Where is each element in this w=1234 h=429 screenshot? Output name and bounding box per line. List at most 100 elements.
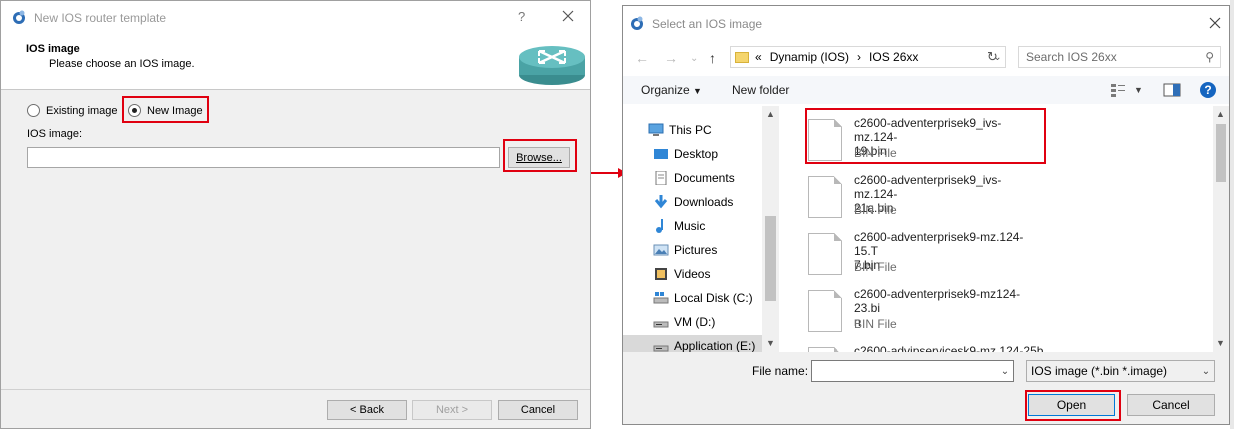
tree-item-label: Music [674, 219, 706, 233]
ios-image-label: IOS image: [27, 128, 83, 140]
file-icon [808, 233, 842, 275]
preview-pane-icon[interactable] [1163, 83, 1181, 97]
wizard-title: New IOS router template [34, 11, 167, 25]
refresh-icon[interactable]: ↻ [987, 49, 998, 65]
file-item[interactable]: c2600-advipservicesk9-mz.124-25b [808, 344, 1043, 352]
highlight-browse [503, 139, 577, 172]
drive-icon [653, 345, 669, 352]
help-icon[interactable]: ? [1199, 81, 1217, 99]
file-list-scrollbar-thumb[interactable] [1216, 124, 1226, 182]
breadcrumb-ios26xx[interactable]: IOS 26xx [869, 50, 918, 64]
videos-icon [655, 268, 667, 280]
scroll-down-icon[interactable]: ▼ [1216, 338, 1225, 348]
file-type-filter[interactable]: IOS image (*.bin *.image) ⌄ [1026, 360, 1215, 382]
file-name-line: c2600-adventerprisek9-mz124-23.bi [854, 287, 1021, 315]
file-dialog-footer: File name: ⌄ IOS image (*.bin *.image) ⌄… [623, 352, 1229, 424]
organize-button[interactable]: Organize ▼ [641, 83, 702, 97]
file-item[interactable]: c2600-adventerprisek9-mz124-23.bi n BIN … [808, 287, 1038, 342]
address-bar[interactable]: « Dynamip (IOS) › IOS 26xx ⌄ [730, 46, 1006, 68]
back-arrow-icon[interactable]: ← [635, 50, 649, 66]
recent-chevron-icon[interactable]: ⌄ [690, 53, 698, 64]
file-dialog-cancel-button[interactable]: Cancel [1127, 394, 1215, 416]
file-name-line: c2600-adventerprisek9_ivs-mz.124- [854, 173, 1002, 201]
wizard-header-title: IOS image [26, 43, 80, 55]
wizard-cancel-button[interactable]: Cancel [498, 400, 578, 420]
tree-item-music[interactable]: Music [653, 215, 705, 237]
next-button[interactable]: Next > [412, 400, 492, 420]
music-icon [656, 219, 663, 233]
tree-item-label: VM (D:) [674, 315, 716, 329]
wizard-title-bar: New IOS router template ? [1, 1, 590, 33]
file-icon [808, 176, 842, 218]
file-list-scrollbar[interactable]: ▲ ▼ [1213, 106, 1229, 352]
forward-arrow-icon[interactable]: → [664, 50, 678, 66]
downloads-icon [654, 195, 668, 209]
tree-item-label: This PC [669, 123, 712, 137]
tree-item-documents[interactable]: Documents [653, 167, 735, 189]
tree-item-this-pc[interactable]: This PC [648, 119, 712, 141]
close-icon[interactable] [559, 7, 577, 25]
tree-item-desktop[interactable]: Desktop [653, 143, 718, 165]
file-name-input[interactable]: ⌄ [811, 360, 1014, 382]
organize-label: Organize [641, 83, 690, 97]
file-item[interactable]: c2600-adventerprisek9-mz.124-15.T 7.bin … [808, 230, 1038, 285]
back-button[interactable]: < Back [327, 400, 407, 420]
folder-icon [735, 51, 749, 63]
ios-image-input[interactable] [27, 147, 500, 168]
up-arrow-icon[interactable]: ↑ [709, 50, 716, 66]
tree-item-vm-d[interactable]: VM (D:) [653, 311, 715, 333]
scroll-up-icon[interactable]: ▲ [766, 109, 775, 119]
highlight-new-image [122, 96, 209, 123]
next-button-label: Next > [435, 404, 469, 416]
breadcrumb-overflow[interactable]: « [755, 50, 762, 64]
tree-item-label: Pictures [674, 243, 718, 257]
view-options-icon[interactable] [1110, 83, 1126, 97]
file-type: BIN File [854, 260, 897, 274]
scroll-up-icon[interactable]: ▲ [1216, 109, 1225, 119]
file-dialog-title-bar: Select an IOS image [623, 6, 1229, 38]
tree-item-pictures[interactable]: Pictures [653, 239, 717, 261]
tree-scrollbar-thumb[interactable] [765, 216, 776, 301]
file-name-line: c2600-advipservicesk9-mz.124-25b [854, 344, 1044, 352]
search-placeholder: Search IOS 26xx [1026, 50, 1117, 64]
tree-item-label: Videos [674, 267, 711, 281]
tree-item-label: Downloads [674, 195, 734, 209]
tree-item-local-disk-c[interactable]: Local Disk (C:) [653, 287, 753, 309]
file-list: c2600-adventerprisek9_ivs-mz.124- 19.bin… [780, 106, 1212, 352]
wizard-header: IOS image Please choose an IOS image. [1, 33, 590, 90]
new-folder-button[interactable]: New folder [732, 83, 789, 97]
tree-scrollbar[interactable]: ▲ ▼ [762, 106, 779, 352]
drive-icon [653, 292, 669, 304]
radio-existing-image[interactable]: Existing image [27, 104, 118, 117]
file-name-line: c2600-adventerprisek9-mz.124-15.T [854, 230, 1024, 258]
scroll-down-icon[interactable]: ▼ [766, 338, 775, 348]
tree-item-downloads[interactable]: Downloads [653, 191, 733, 213]
tree-item-label: Local Disk (C:) [674, 291, 753, 305]
documents-icon [655, 171, 667, 185]
file-item[interactable]: c2600-adventerprisek9_ivs-mz.124- 21a.bi… [808, 173, 1038, 228]
pc-icon [648, 123, 664, 136]
highlight-selected-file [805, 108, 1046, 164]
pictures-icon [653, 244, 669, 256]
close-icon[interactable] [1208, 16, 1222, 30]
file-icon [808, 290, 842, 332]
highlight-open [1025, 390, 1121, 421]
breadcrumb-dynamip[interactable]: Dynamip (IOS) [770, 50, 849, 64]
wizard-header-subtitle: Please choose an IOS image. [49, 58, 195, 70]
filter-dropdown-icon[interactable]: ⌄ [1198, 366, 1214, 377]
select-ios-image-dialog: Select an IOS image ← → ⌄ ↑ « Dynamip (I… [622, 5, 1230, 425]
tree-item-videos[interactable]: Videos [653, 263, 710, 285]
wizard-cancel-button-label: Cancel [520, 404, 556, 416]
file-type: BIN File [854, 317, 897, 331]
search-input[interactable]: Search IOS 26xx ⚲ [1018, 46, 1221, 68]
radio-existing-image-label: Existing image [46, 104, 118, 117]
breadcrumb-separator: › [857, 50, 862, 64]
router-icon [519, 46, 585, 85]
help-icon[interactable]: ? [518, 9, 525, 24]
view-dropdown-icon[interactable]: ▼ [1134, 85, 1143, 95]
ios-router-template-wizard: New IOS router template ? IOS image Plea… [0, 0, 591, 429]
radio-existing-image-dot[interactable] [27, 104, 40, 117]
tree-item-application-e[interactable]: Application (E:) [623, 335, 763, 352]
file-dialog-title: Select an IOS image [652, 17, 763, 31]
file-name-dropdown-icon[interactable]: ⌄ [997, 366, 1013, 377]
